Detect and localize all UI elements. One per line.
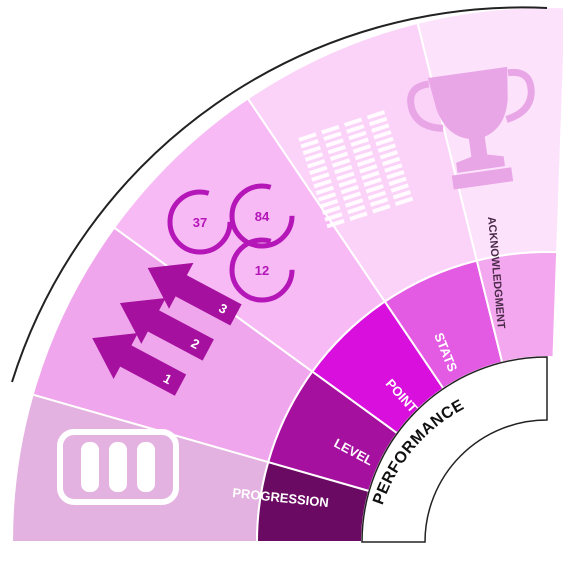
point-number-12: 12 [255, 263, 269, 278]
point-number-37: 37 [193, 215, 207, 230]
performance-wheel: PERFORMANCE PROGRESSION LEVEL POINT STAT… [10, 6, 563, 543]
point-number-84: 84 [255, 209, 270, 224]
